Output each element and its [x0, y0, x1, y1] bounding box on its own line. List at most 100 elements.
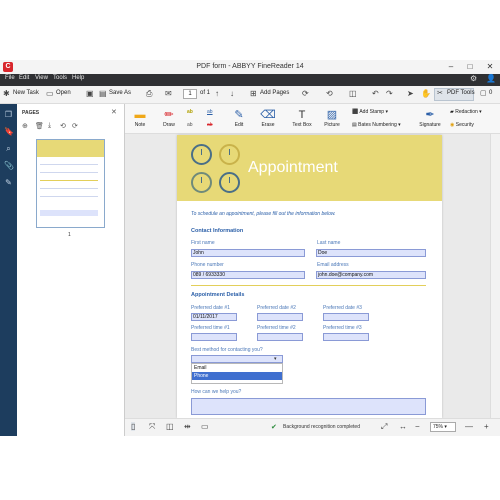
best-method-label: Best method for contacting you? — [191, 347, 263, 353]
fit-width-zoom-icon[interactable]: ↔ — [399, 422, 407, 431]
attachment-icon[interactable]: 📎 — [4, 161, 14, 170]
signature-panel-icon[interactable]: ✎ — [4, 178, 13, 187]
zoom-value: 75% — [433, 424, 444, 430]
rotate-page-right-icon[interactable]: ⟳ — [72, 122, 78, 130]
pref-date3-label: Preferred date #3 — [323, 305, 362, 311]
close-icon[interactable]: ✕ — [483, 61, 497, 73]
redo-icon[interactable]: ↷ — [386, 89, 393, 98]
dropdown-option-email[interactable]: Email — [192, 364, 282, 372]
phone-label: Phone number — [191, 262, 224, 268]
draw-button[interactable]: ✏ Draw — [158, 108, 180, 128]
page-number-input[interactable]: 1 — [183, 89, 197, 99]
fit-page-icon[interactable]: ⤧ — [149, 422, 155, 432]
note-button[interactable]: ▬ Note — [130, 108, 150, 128]
zoom-select[interactable]: 75% ▾ — [430, 422, 456, 432]
chevron-down-icon[interactable]: ▾ — [274, 356, 277, 362]
arrow-down-icon[interactable]: ↓ — [230, 89, 234, 98]
add-stamp-button[interactable]: ⬛ Add Stamp ▾ — [352, 109, 388, 115]
maximize-icon[interactable]: □ — [463, 61, 477, 73]
zoom-out-icon[interactable]: − — [415, 422, 420, 431]
single-page-view-icon[interactable]: ▯ — [131, 422, 136, 431]
bookmark-icon[interactable]: 🔖 — [4, 127, 14, 136]
security-button[interactable]: ◉ Security — [450, 122, 474, 128]
comment-icon[interactable]: ▢ — [480, 89, 487, 97]
status-text: Background recognition completed — [283, 424, 360, 430]
undo-icon[interactable]: ↶ — [372, 89, 379, 98]
erase-label: Erase — [261, 122, 275, 128]
dropdown-option-phone[interactable]: Phone — [192, 372, 282, 380]
signature-label: Signature — [419, 122, 441, 128]
open-button[interactable]: Open — [56, 90, 71, 96]
view-icon[interactable]: ◫ — [349, 89, 357, 98]
two-page-view-icon[interactable]: ◫ — [166, 422, 174, 431]
bates-label: Bates Numbering — [358, 122, 397, 128]
pref-date2-field[interactable] — [257, 313, 303, 321]
email-icon[interactable]: ✉ — [165, 89, 172, 98]
close-panel-icon[interactable]: ✕ — [111, 108, 117, 116]
pref-date1-field[interactable]: 01/11/2017 — [191, 313, 237, 321]
zoom-slider-icon[interactable]: — — [465, 422, 473, 431]
menu-view[interactable]: View — [35, 75, 48, 81]
highlight-icon[interactable]: ab — [187, 109, 193, 115]
add-page-icon[interactable]: ⊕ — [22, 122, 28, 130]
erase-button[interactable]: ⌫ Erase — [256, 108, 280, 128]
select-cursor-icon[interactable]: ➤ — [407, 89, 414, 98]
text-box-button[interactable]: T Text Box — [290, 108, 314, 128]
underline-icon[interactable]: ab — [207, 109, 213, 115]
banner-title: Appointment — [248, 159, 338, 176]
redaction-button[interactable]: ▰ Redaction ▾ — [450, 109, 482, 115]
note-icon: ▬ — [134, 109, 146, 121]
zoom-in-icon[interactable]: + — [484, 422, 489, 431]
page-thumbnail[interactable] — [36, 139, 105, 228]
contact-method-select[interactable] — [191, 355, 283, 363]
menu-tools[interactable]: Tools — [53, 75, 67, 81]
fullscreen-icon[interactable]: ▭ — [201, 422, 209, 431]
rotate-page-left-icon[interactable]: ⟲ — [60, 122, 66, 130]
hand-icon[interactable]: ✋ — [421, 89, 431, 98]
save-as-button[interactable]: Save As — [109, 90, 131, 96]
user-icon[interactable]: 👤 — [486, 74, 496, 83]
extract-page-icon[interactable]: ⤓ — [48, 122, 51, 130]
eraser-icon: ⌫ — [260, 109, 276, 121]
gear-icon[interactable]: ⚙ — [470, 74, 477, 83]
left-sidebar-strip — [0, 104, 17, 436]
arrow-up-icon[interactable]: ↑ — [215, 89, 219, 98]
comments-count: 0 — [489, 90, 493, 96]
thumbnail-field — [40, 210, 98, 216]
menu-help[interactable]: Help — [72, 75, 84, 81]
phone-field[interactable]: 089 / 6933330 — [191, 271, 305, 279]
menu-edit[interactable]: Edit — [19, 75, 29, 81]
menu-file[interactable]: File — [5, 75, 15, 81]
picture-button[interactable]: ▨ Picture — [320, 108, 344, 128]
fit-page-zoom-icon[interactable]: ⤢ — [381, 422, 387, 432]
first-name-field[interactable]: John — [191, 249, 305, 257]
pref-date3-field[interactable] — [323, 313, 369, 321]
bates-numbering-button[interactable]: ▤ Bates Numbering ▾ — [352, 122, 401, 128]
add-pages-button[interactable]: Add Pages — [260, 90, 289, 96]
edit-button[interactable]: ✎ Edit — [228, 108, 250, 128]
email-field[interactable]: john.doe@company.com — [316, 271, 426, 279]
search-icon[interactable]: ⌕ — [4, 144, 13, 153]
edit-icon: ✎ — [234, 109, 244, 121]
minimize-icon[interactable]: – — [444, 61, 458, 73]
pref-time1-field[interactable] — [191, 333, 237, 341]
picture-icon: ▨ — [326, 109, 338, 121]
new-task-button[interactable]: New Task — [13, 90, 39, 96]
vertical-scrollbar[interactable] — [490, 134, 500, 418]
last-name-field[interactable]: Doe — [316, 249, 426, 257]
picture-label: Picture — [324, 122, 340, 128]
delete-page-icon[interactable]: 🗑 — [35, 122, 44, 130]
fit-width-icon[interactable]: ⇹ — [184, 422, 191, 431]
rotate-icon[interactable]: ⟳ — [302, 89, 309, 98]
signature-button[interactable]: ✒ Signature — [417, 108, 443, 128]
print-icon[interactable]: ⎙ — [146, 89, 152, 99]
strikethrough-icon[interactable]: ab — [207, 122, 213, 128]
rotate-left-icon[interactable]: ⟲ — [326, 89, 333, 98]
pages-icon[interactable]: ❐ — [4, 110, 13, 119]
pref-time3-field[interactable] — [323, 333, 369, 341]
pages-panel-title: PAGES — [22, 110, 40, 116]
squiggly-icon[interactable]: ab — [187, 122, 193, 128]
clock-icon — [219, 172, 240, 193]
pref-time2-field[interactable] — [257, 333, 303, 341]
help-textarea[interactable] — [191, 398, 426, 415]
